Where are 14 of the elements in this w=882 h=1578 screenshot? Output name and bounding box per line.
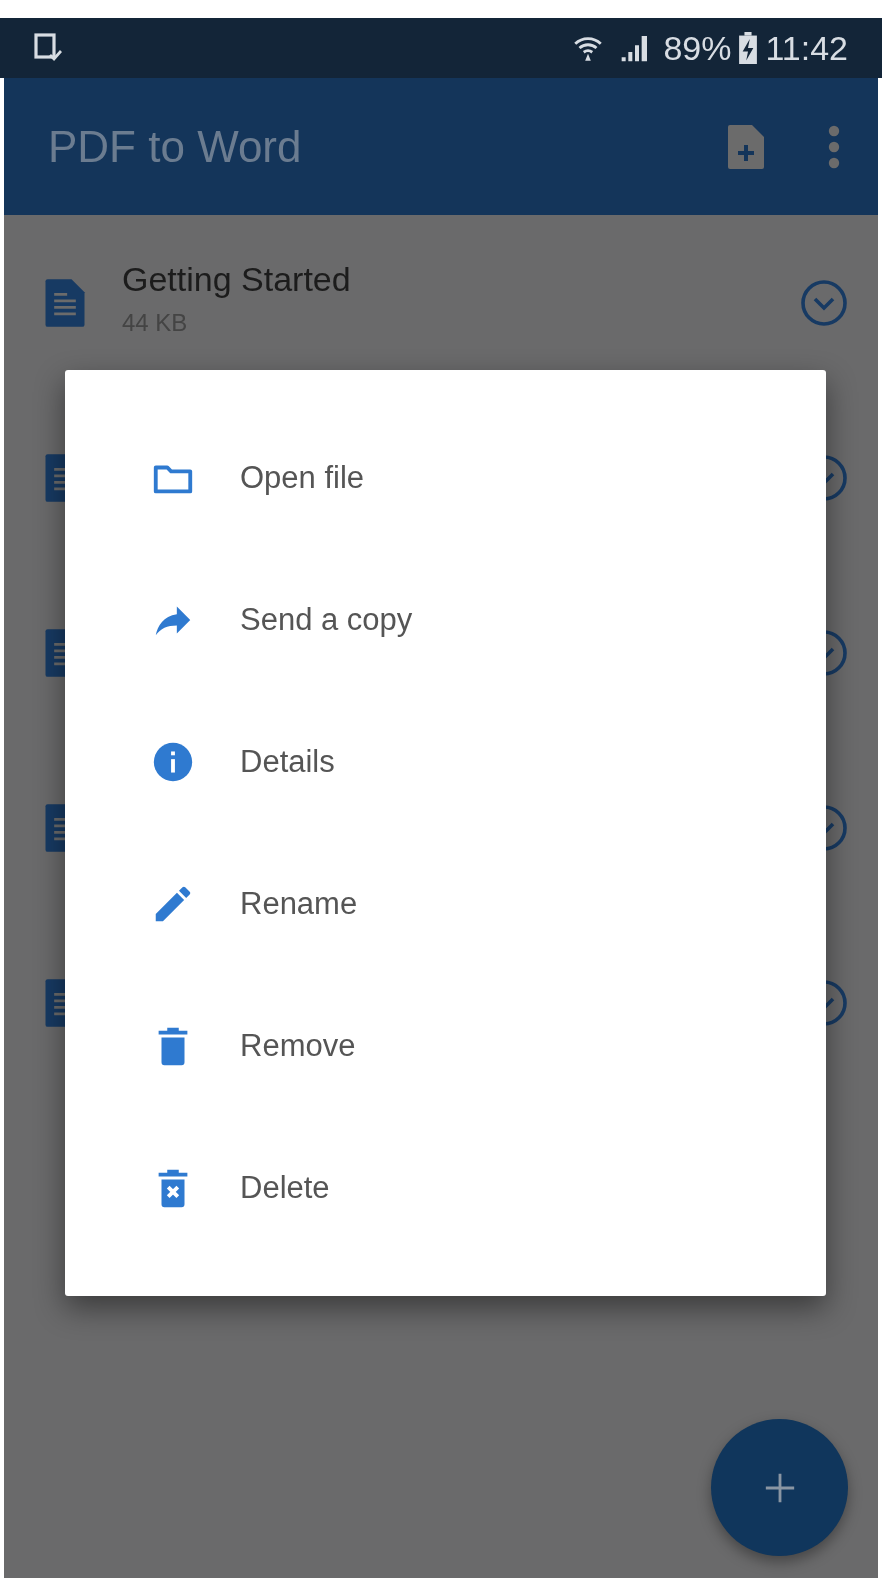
menu-item[interactable]: Rename — [240, 880, 358, 928]
menu-item[interactable]: Delete — [240, 1164, 330, 1212]
battery-charging-icon — [737, 32, 760, 64]
menu-item[interactable]: Send a copy — [240, 596, 413, 644]
more-options-icon[interactable] — [828, 124, 840, 169]
battery-percentage: 89% — [663, 31, 732, 65]
chevron-circle-icon[interactable] — [800, 278, 848, 327]
menu-item[interactable]: Details — [240, 738, 335, 786]
clock-time: 11:42 — [765, 31, 848, 65]
menu-item[interactable]: Remove — [240, 1022, 356, 1070]
add-document-icon[interactable] — [726, 122, 766, 171]
device-check-icon — [34, 33, 62, 63]
app-title: PDF to Word — [48, 120, 303, 173]
menu-item[interactable]: Open file — [240, 454, 365, 502]
